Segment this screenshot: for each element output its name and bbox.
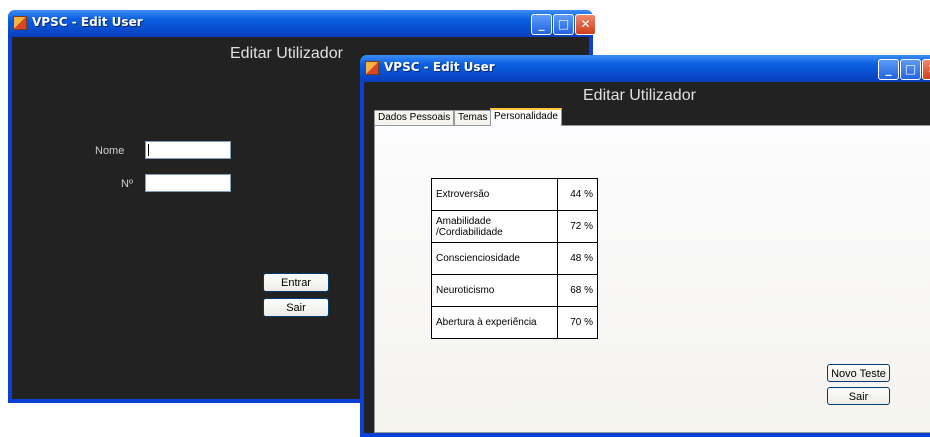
trait-name: Conscienciosidade [431,242,558,275]
trait-name: Amabilidade /Cordiabilidade [431,210,558,243]
tab-temas[interactable]: Temas [454,110,492,125]
trait-value: 48 % [557,242,598,275]
new-test-button[interactable]: Novo Teste [827,364,890,382]
exit-button[interactable]: Sair [263,298,329,317]
trait-name: Neuroticismo [431,274,558,307]
back-window-titlebar[interactable]: VPSC - Edit User _ □ ✕ [8,10,596,37]
trait-name: Abertura à experiência [431,306,558,339]
window-title: VPSC - Edit User [32,15,143,29]
table-row: Abertura à experiência 70 % [431,306,598,339]
trait-name: Extroversão [431,178,558,211]
enter-button[interactable]: Entrar [263,273,329,292]
front-window: VPSC - Edit User _ □ ✕ Editar Utilizador… [360,55,930,437]
personality-tab-page: Extroversão 44 % Amabilidade /Cordiabili… [374,125,930,433]
front-window-client: Editar Utilizador Dados Pessoais Temas P… [364,82,930,433]
text-caret [148,144,149,156]
trait-value: 68 % [557,274,598,307]
trait-value: 72 % [557,210,598,243]
personality-table: Extroversão 44 % Amabilidade /Cordiabili… [431,178,598,339]
tab-personalidade[interactable]: Personalidade [490,108,562,126]
name-field[interactable] [145,141,231,159]
table-row: Amabilidade /Cordiabilidade 72 % [431,210,598,243]
page-title: Editar Utilizador [230,45,343,62]
close-button[interactable]: ✕ [575,14,596,35]
number-field[interactable] [145,174,231,192]
minimize-button[interactable]: _ [878,59,899,80]
exit-button[interactable]: Sair [827,387,890,405]
maximize-button[interactable]: □ [900,59,921,80]
app-icon [365,61,379,75]
number-label: Nº [121,178,133,190]
table-row: Neuroticismo 68 % [431,274,598,307]
tab-dados-pessoais[interactable]: Dados Pessoais [374,110,455,125]
close-button[interactable]: ✕ [922,59,930,80]
table-row: Extroversão 44 % [431,178,598,211]
app-icon [13,16,27,30]
name-label: Nome [95,145,125,157]
front-window-titlebar[interactable]: VPSC - Edit User _ □ ✕ [360,55,930,82]
page-title: Editar Utilizador [583,87,696,104]
minimize-button[interactable]: _ [531,14,552,35]
window-title: VPSC - Edit User [384,60,495,74]
trait-value: 44 % [557,178,598,211]
maximize-button[interactable]: □ [553,14,574,35]
table-row: Conscienciosidade 48 % [431,242,598,275]
trait-value: 70 % [557,306,598,339]
